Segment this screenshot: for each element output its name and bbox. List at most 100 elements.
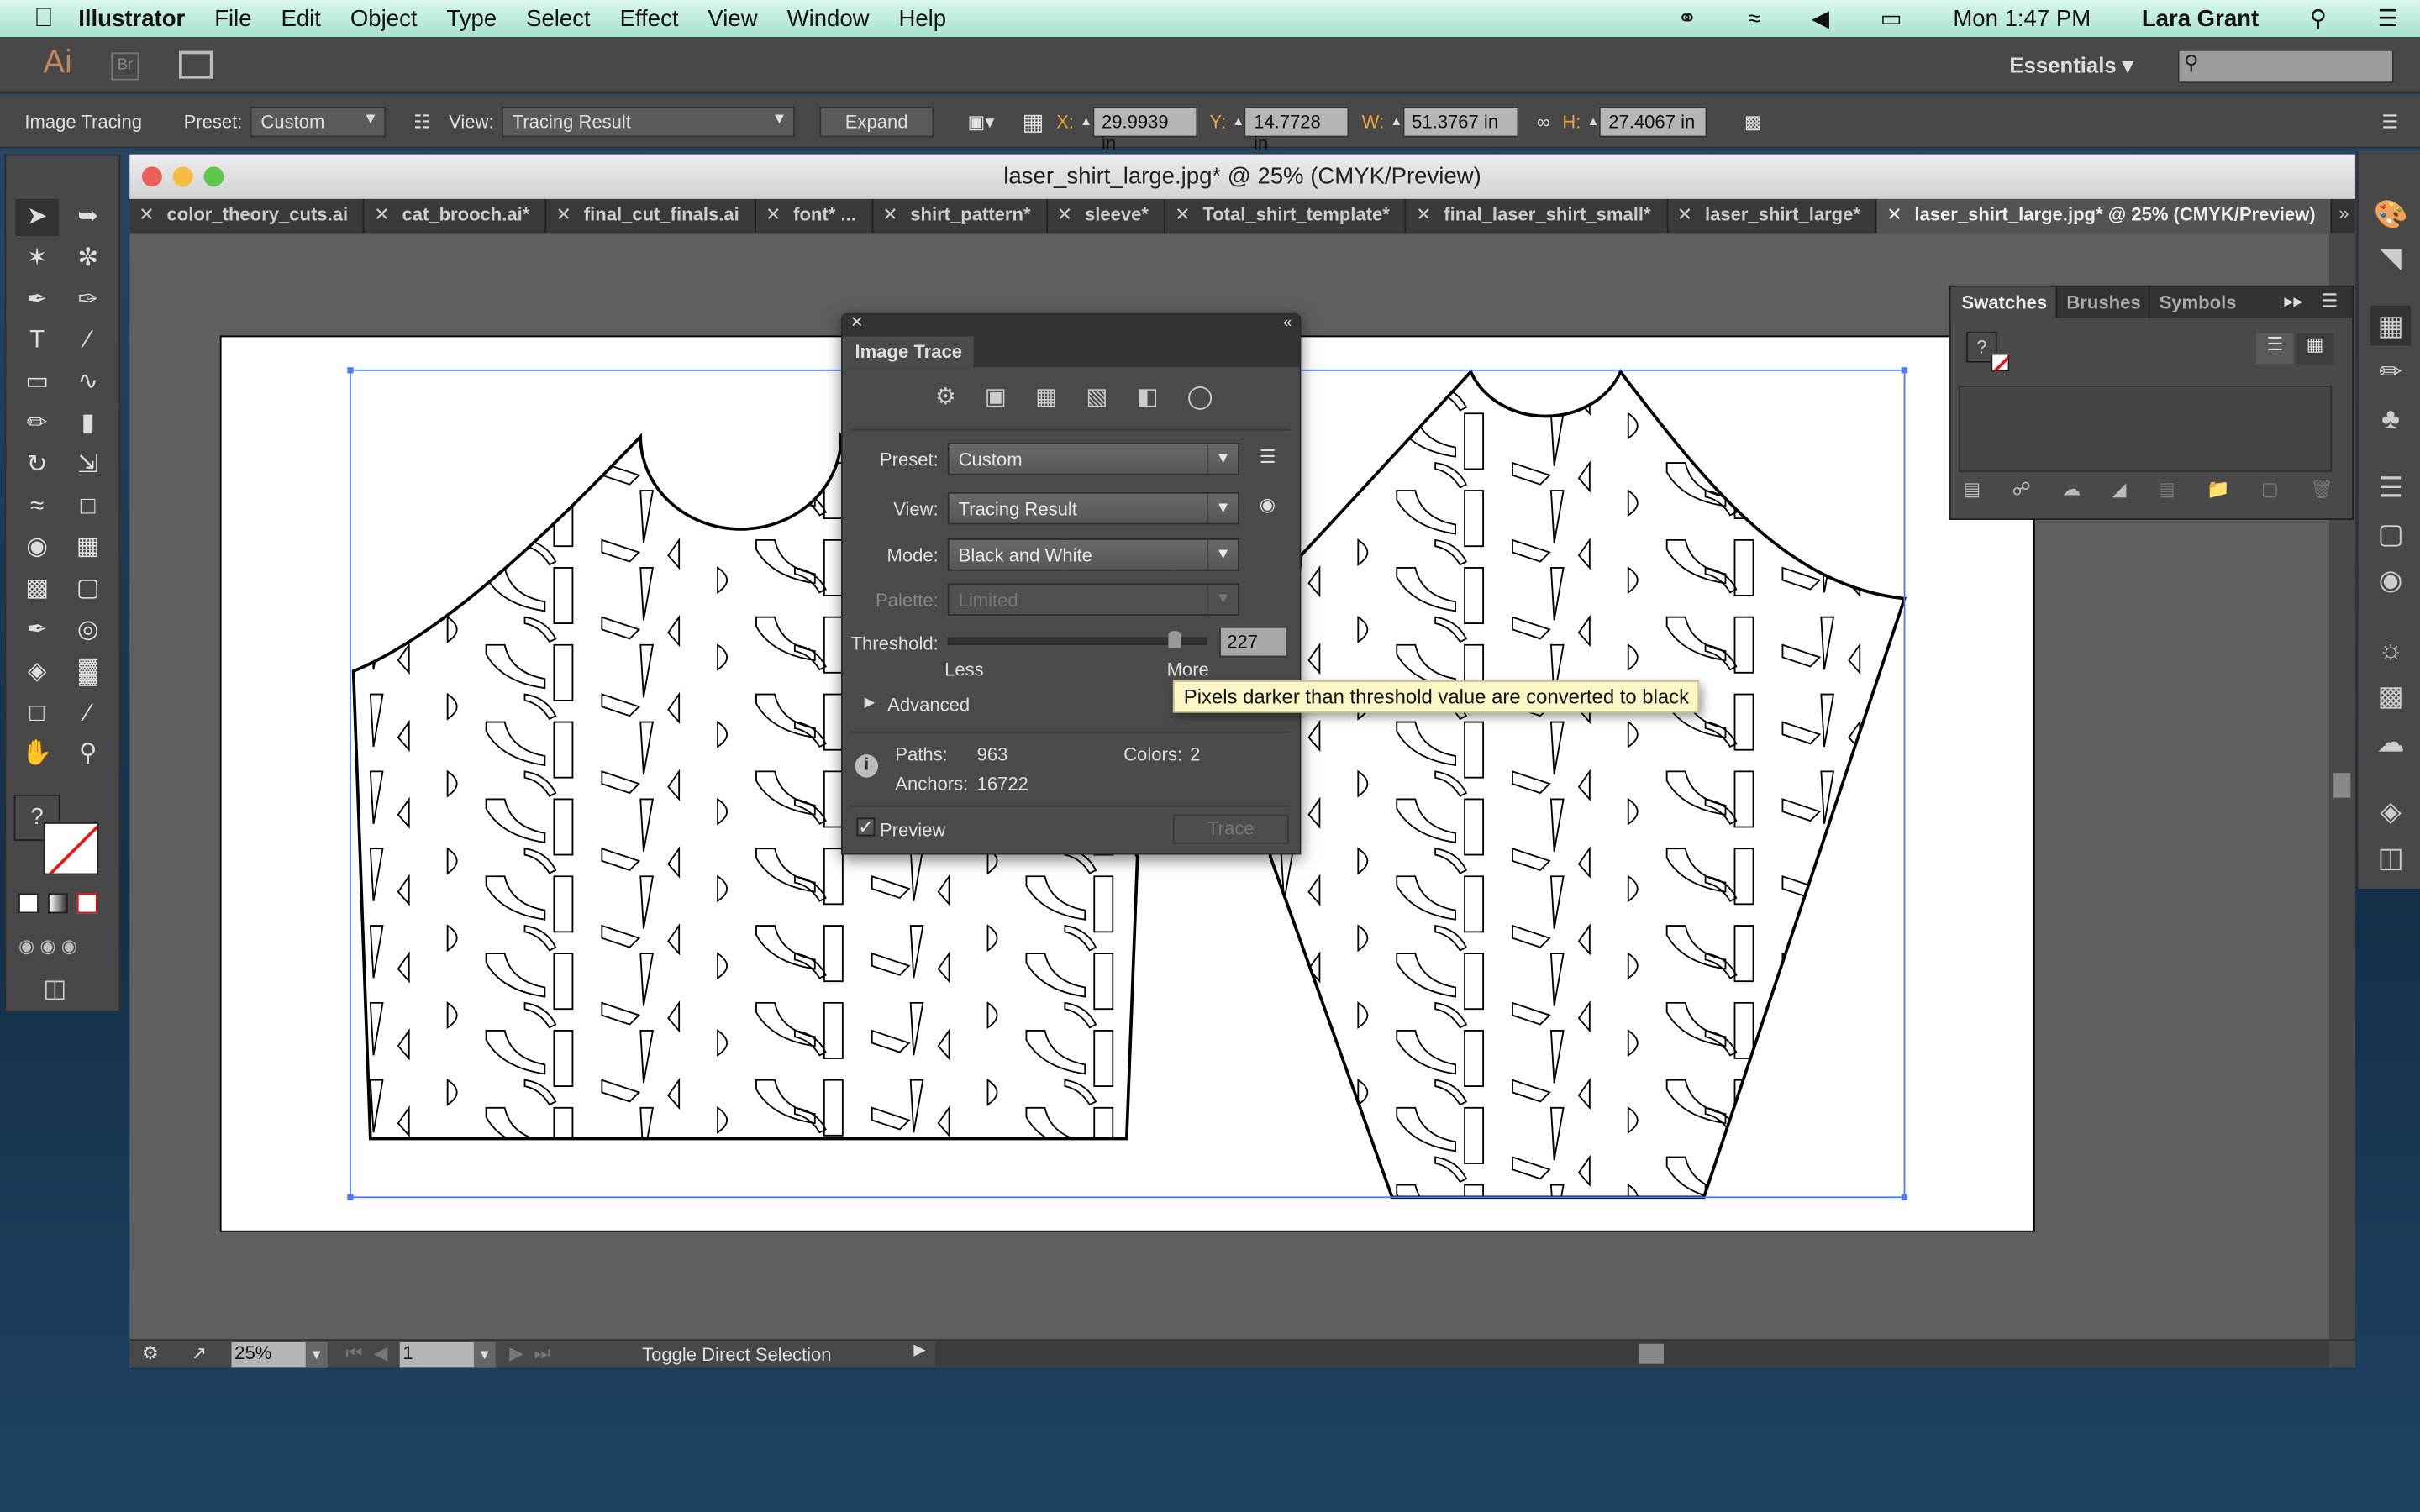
view-select[interactable]: Tracing Result ▼ bbox=[947, 491, 1239, 525]
direct-selection-tool[interactable]: ➥ bbox=[66, 199, 109, 236]
apple-icon[interactable]:  bbox=[34, 3, 53, 34]
expand-panel-icon[interactable]: ▸▸ bbox=[2284, 290, 2302, 312]
document-tab[interactable]: ✕ font* ... bbox=[755, 198, 874, 234]
gpu-performance-icon[interactable]: ⚙ bbox=[142, 1342, 159, 1364]
arrange-documents-icon[interactable] bbox=[179, 50, 213, 79]
advanced-toggle[interactable]: Advanced bbox=[887, 695, 970, 717]
close-panel-icon[interactable]: ✕ bbox=[850, 315, 863, 332]
view-source-eye-icon[interactable]: ◉ bbox=[1260, 494, 1276, 516]
color-panel-icon[interactable]: 🎨 bbox=[2370, 194, 2411, 234]
close-window-button[interactable] bbox=[141, 166, 162, 187]
blend-tool[interactable]: ◎ bbox=[66, 612, 109, 649]
document-tab[interactable]: ✕ laser_shirt_large.jpg* @ 25% (CMYK/Prev… bbox=[1877, 198, 2333, 234]
x-field[interactable]: 29.9939 in bbox=[1092, 105, 1197, 154]
align-panel-icon[interactable]: ▩ bbox=[2370, 675, 2411, 716]
stroke-panel-icon[interactable]: ☰ bbox=[2370, 468, 2411, 508]
black-white-icon[interactable]: ◧ bbox=[1137, 383, 1159, 410]
list-view-icon[interactable]: ☰ bbox=[2256, 333, 2294, 365]
warp-tool[interactable]: ≈ bbox=[15, 488, 58, 525]
close-tab-icon[interactable]: ✕ bbox=[765, 203, 781, 225]
close-tab-icon[interactable]: ✕ bbox=[1416, 203, 1431, 225]
menu-type[interactable]: Type bbox=[446, 5, 497, 31]
preset-select[interactable]: Custom ▼ bbox=[947, 443, 1239, 475]
preset-dropdown[interactable]: Custom ▼ bbox=[250, 105, 387, 137]
slice-tool[interactable]: ∕ bbox=[66, 696, 109, 732]
tab-brushes[interactable]: Brushes bbox=[2055, 286, 2150, 318]
threshold-slider-thumb[interactable] bbox=[1167, 631, 1181, 648]
collapse-panel-icon[interactable]: « bbox=[1283, 315, 1292, 332]
close-tab-icon[interactable]: ✕ bbox=[1886, 203, 1902, 225]
color-mode-buttons[interactable] bbox=[18, 893, 111, 917]
artboard-tool[interactable]: □ bbox=[15, 696, 58, 732]
reference-point-icon[interactable]: ▦ bbox=[1022, 108, 1044, 134]
mode-select[interactable]: Black and White ▼ bbox=[947, 538, 1239, 571]
pencil-tool[interactable]: ✏ bbox=[15, 406, 58, 443]
gradient-tool[interactable]: ▢ bbox=[66, 571, 109, 608]
layers-panel-icon[interactable]: ◈ bbox=[2370, 791, 2411, 832]
lasso-tool[interactable]: ✼ bbox=[66, 240, 109, 277]
document-tab[interactable]: ✕ final_cut_finals.ai bbox=[546, 198, 756, 234]
document-tab[interactable]: ✕ Total_shirt_template* bbox=[1165, 198, 1407, 234]
close-tab-icon[interactable]: ✕ bbox=[882, 203, 897, 225]
auto-color-icon[interactable]: ⚙ bbox=[935, 383, 956, 410]
shape-builder-tool[interactable]: ◉ bbox=[15, 530, 58, 567]
status-text[interactable]: Toggle Direct Selection bbox=[642, 1344, 831, 1366]
symbols-panel-icon[interactable]: ♣ bbox=[2370, 398, 2411, 438]
mesh-tool[interactable]: ▩ bbox=[15, 571, 58, 608]
selection-tool[interactable]: ➤ bbox=[15, 198, 59, 237]
menu-select[interactable]: Select bbox=[526, 5, 591, 31]
panel-header[interactable]: ✕ « bbox=[842, 314, 1300, 337]
tracing-presets-icon[interactable]: ☷ bbox=[413, 110, 430, 132]
zoom-level-field[interactable]: 25% ▼ bbox=[231, 1341, 328, 1368]
magic-wand-tool[interactable]: ✶ bbox=[15, 240, 58, 277]
horizontal-scrollbar[interactable] bbox=[935, 1341, 2329, 1368]
menu-help[interactable]: Help bbox=[898, 5, 946, 31]
threshold-field[interactable]: 227 bbox=[1219, 626, 1287, 658]
search-help-input[interactable] bbox=[2177, 49, 2394, 84]
free-transform-tool[interactable]: □ bbox=[66, 488, 109, 525]
status-menu-arrow[interactable]: ▶ bbox=[913, 1342, 925, 1359]
rotate-tool[interactable]: ↻ bbox=[15, 447, 58, 484]
wifi-icon[interactable]: ≈ bbox=[1748, 5, 1760, 31]
hand-tool[interactable]: ✋ bbox=[15, 737, 58, 774]
menu-file[interactable]: File bbox=[214, 5, 251, 31]
close-tab-icon[interactable]: ✕ bbox=[1175, 203, 1190, 225]
menu-view[interactable]: View bbox=[708, 5, 757, 31]
transparency-panel-icon[interactable]: ◉ bbox=[2370, 560, 2411, 601]
grid-view-icon[interactable]: ▦ bbox=[2296, 333, 2334, 365]
scroll-thumb[interactable] bbox=[2333, 773, 2351, 798]
appearance-panel-icon[interactable]: ☼ bbox=[2370, 629, 2411, 669]
grayscale-icon[interactable]: ▧ bbox=[1086, 383, 1107, 410]
swatch-kinds-icon[interactable]: ◢ bbox=[2112, 478, 2127, 500]
expand-button[interactable]: Expand bbox=[819, 105, 934, 137]
transform-icon[interactable]: ▩ bbox=[1744, 110, 1762, 132]
view-dropdown[interactable]: Tracing Result ▼ bbox=[501, 105, 795, 137]
manage-presets-icon[interactable]: ☰ bbox=[1260, 446, 1276, 468]
h-field[interactable]: 27.4067 in bbox=[1599, 105, 1707, 137]
pen-tool[interactable]: ✒ bbox=[15, 281, 58, 318]
stroke-none-swatch[interactable] bbox=[1991, 353, 2010, 372]
battery-icon[interactable]: ▭ bbox=[1881, 5, 1902, 32]
control-panel-menu-icon[interactable]: ☰ bbox=[2382, 110, 2399, 132]
volume-icon[interactable]: ◀ bbox=[1812, 5, 1829, 32]
tab-symbols[interactable]: Symbols bbox=[2148, 286, 2246, 318]
y-field[interactable]: 14.7728 in bbox=[1244, 105, 1349, 154]
high-color-icon[interactable]: ▣ bbox=[985, 383, 1007, 410]
last-artboard-button[interactable]: ⏭ bbox=[534, 1342, 551, 1366]
constrain-proportions-icon[interactable]: ∞ bbox=[1537, 110, 1550, 132]
drawing-modes[interactable]: ◉ ◉ ◉ bbox=[18, 935, 77, 957]
more-tabs-icon[interactable]: » bbox=[2338, 202, 2349, 224]
artboard-number-field[interactable]: 1 ▼ bbox=[399, 1341, 496, 1368]
menu-object[interactable]: Object bbox=[350, 5, 418, 31]
share-icon[interactable]: ↗ bbox=[192, 1342, 207, 1364]
document-tab[interactable]: ✕ sleeve* bbox=[1047, 198, 1166, 234]
tab-swatches[interactable]: Swatches bbox=[1950, 286, 2059, 318]
document-tab[interactable]: ✕ final_laser_shirt_small* bbox=[1407, 198, 1668, 234]
outline-icon[interactable]: ◯ bbox=[1187, 383, 1213, 410]
menu-effect[interactable]: Effect bbox=[620, 5, 679, 31]
cc-libraries-icon[interactable]: ☁ bbox=[2062, 478, 2081, 500]
next-artboard-button[interactable]: ▶ bbox=[509, 1342, 523, 1364]
preview-checkbox[interactable]: ✓ bbox=[856, 817, 876, 837]
paintbrush-tool[interactable]: ∿ bbox=[66, 365, 109, 402]
menu-window[interactable]: Window bbox=[787, 5, 870, 31]
